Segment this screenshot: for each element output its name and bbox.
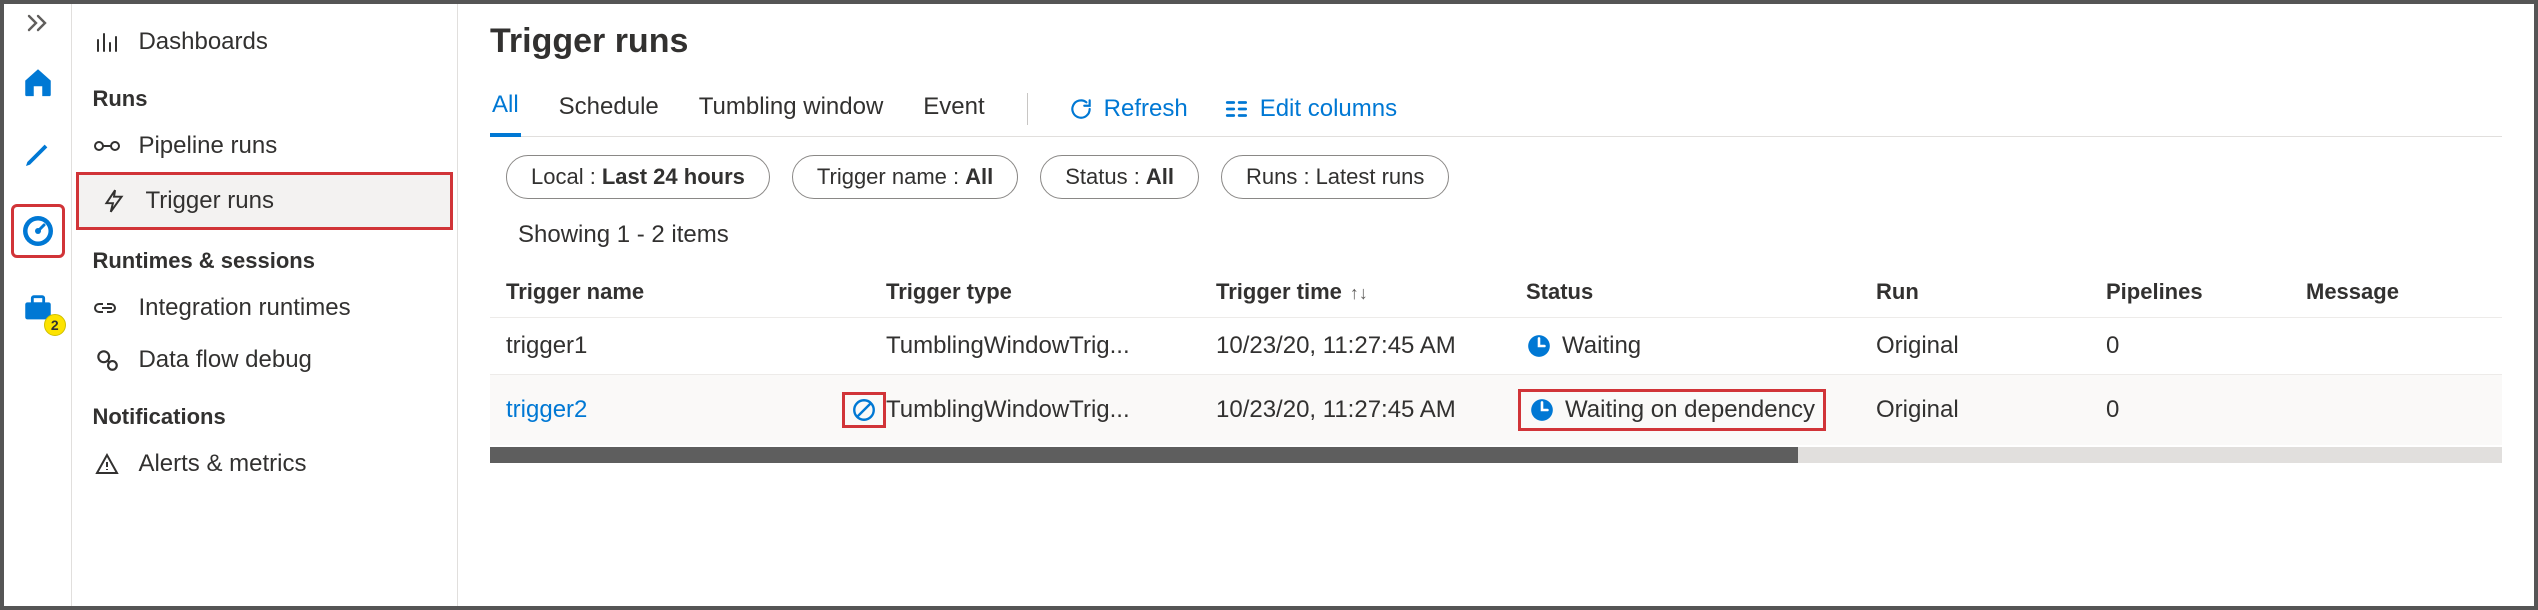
cell-status: Waiting: [1526, 332, 1876, 360]
rail-manage[interactable]: 2: [16, 286, 60, 330]
scrollbar-thumb[interactable]: [490, 447, 1798, 463]
col-message[interactable]: Message: [2306, 279, 2486, 305]
edit-columns-button[interactable]: Edit columns: [1224, 95, 1397, 123]
edit-columns-label: Edit columns: [1260, 95, 1397, 123]
cell-run: Original: [1876, 396, 2106, 424]
cancel-highlight: [842, 392, 886, 428]
table-row[interactable]: trigger1 TumblingWindowTrig... 10/23/20,…: [490, 317, 2502, 374]
collapse-toggle[interactable]: [27, 14, 49, 32]
tab-event[interactable]: Event: [921, 83, 986, 135]
rail-monitor[interactable]: [16, 209, 60, 253]
sidebar-label: Data flow debug: [138, 346, 311, 374]
bar-chart-icon: [92, 30, 122, 54]
home-icon: [21, 65, 55, 99]
refresh-button[interactable]: Refresh: [1068, 95, 1188, 123]
icon-rail: 2: [4, 4, 72, 606]
rail-author[interactable]: [16, 132, 60, 176]
trigger-icon: [99, 188, 129, 214]
cell-trigger-type: TumblingWindowTrig...: [886, 396, 1216, 424]
columns-icon: [1224, 98, 1250, 120]
cell-status: Waiting on dependency: [1518, 389, 1826, 431]
sidebar-item-trigger-runs[interactable]: Trigger runs: [76, 172, 453, 230]
tab-schedule[interactable]: Schedule: [557, 83, 661, 135]
results-grid: Trigger name Trigger type Trigger time↑↓…: [490, 267, 2502, 463]
filter-status[interactable]: Status : All: [1040, 155, 1199, 199]
tab-all[interactable]: All: [490, 81, 521, 137]
col-trigger-name[interactable]: Trigger name: [506, 279, 886, 305]
horizontal-scrollbar[interactable]: [490, 447, 2502, 463]
cell-trigger-name: trigger1: [506, 332, 886, 360]
sidebar-item-integration-runtimes[interactable]: Integration runtimes: [72, 282, 457, 334]
cell-pipelines: 0: [2106, 396, 2306, 424]
table-row[interactable]: trigger2 TumblingWindowTrig... 10/23/20,…: [490, 374, 2502, 445]
pipeline-icon: [92, 136, 122, 156]
filter-local[interactable]: Local : Last 24 hours: [506, 155, 770, 199]
sidebar-item-dashboards[interactable]: Dashboards: [72, 16, 457, 68]
cell-trigger-time: 10/23/20, 11:27:45 AM: [1216, 332, 1526, 360]
sidebar-label: Dashboards: [138, 28, 267, 56]
pencil-icon: [22, 138, 54, 170]
cell-status-wrap: Waiting on dependency: [1526, 389, 1876, 431]
cell-trigger-name: trigger2: [506, 392, 886, 428]
debug-icon: [92, 347, 122, 373]
tab-row: All Schedule Tumbling window Event Refre…: [490, 81, 2502, 137]
sidebar-label: Trigger runs: [145, 187, 273, 215]
sidebar-label: Alerts & metrics: [138, 450, 306, 478]
cell-trigger-type: TumblingWindowTrig...: [886, 332, 1216, 360]
sidebar-item-pipeline-runs[interactable]: Pipeline runs: [72, 120, 457, 172]
cell-pipelines: 0: [2106, 332, 2306, 360]
col-trigger-type[interactable]: Trigger type: [886, 279, 1216, 305]
tab-tumbling[interactable]: Tumbling window: [697, 83, 886, 135]
sidebar: Dashboards Runs Pipeline runs Trigger ru…: [72, 4, 458, 606]
rail-monitor-highlight: [11, 204, 65, 258]
alert-icon: [92, 452, 122, 476]
refresh-label: Refresh: [1104, 95, 1188, 123]
main-content: Trigger runs All Schedule Tumbling windo…: [458, 4, 2534, 606]
filter-row: Local : Last 24 hours Trigger name : All…: [490, 155, 2502, 199]
sidebar-heading-runs: Runs: [72, 68, 457, 120]
refresh-icon: [1068, 96, 1094, 122]
grid-header: Trigger name Trigger type Trigger time↑↓…: [490, 267, 2502, 317]
sidebar-label: Integration runtimes: [138, 294, 350, 322]
sort-icon: ↑↓: [1350, 283, 1368, 303]
col-pipelines[interactable]: Pipelines: [2106, 279, 2306, 305]
link-icon: [92, 298, 122, 318]
filter-trigger-name[interactable]: Trigger name : All: [792, 155, 1018, 199]
clock-icon: [1526, 333, 1552, 359]
rail-badge: 2: [44, 314, 66, 336]
showing-count: Showing 1 - 2 items: [490, 221, 2502, 249]
rail-home[interactable]: [16, 60, 60, 104]
page-title: Trigger runs: [490, 22, 2502, 61]
cancel-icon[interactable]: [851, 397, 877, 423]
trigger-link[interactable]: trigger2: [506, 396, 587, 424]
sidebar-heading-runtimes: Runtimes & sessions: [72, 230, 457, 282]
col-status[interactable]: Status: [1526, 279, 1876, 305]
cell-trigger-time: 10/23/20, 11:27:45 AM: [1216, 396, 1526, 424]
filter-runs[interactable]: Runs : Latest runs: [1221, 155, 1449, 199]
divider: [1027, 93, 1028, 125]
chevron-right-double-icon: [27, 14, 49, 32]
sidebar-item-alerts[interactable]: Alerts & metrics: [72, 438, 457, 490]
sidebar-heading-notifications: Notifications: [72, 386, 457, 438]
col-run[interactable]: Run: [1876, 279, 2106, 305]
clock-icon: [1529, 397, 1555, 423]
sidebar-label: Pipeline runs: [138, 132, 277, 160]
cell-run: Original: [1876, 332, 2106, 360]
sidebar-item-data-flow-debug[interactable]: Data flow debug: [72, 334, 457, 386]
col-trigger-time[interactable]: Trigger time↑↓: [1216, 279, 1526, 305]
gauge-icon: [20, 213, 56, 249]
